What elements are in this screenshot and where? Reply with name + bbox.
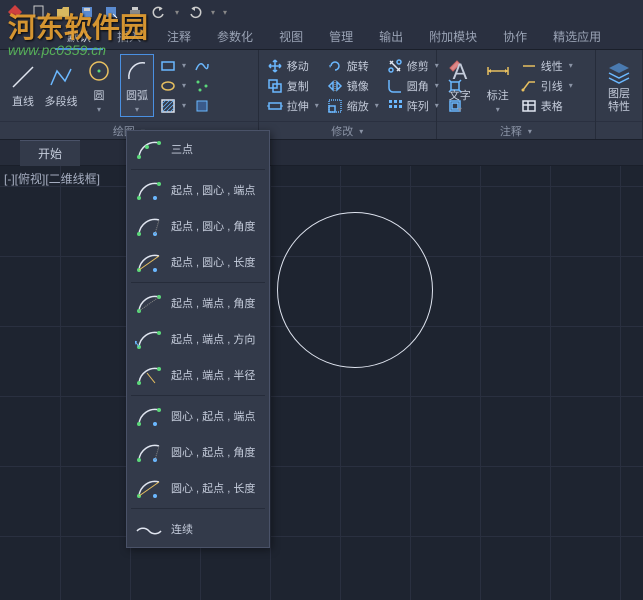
arc-start-center-angle[interactable]: 起点 , 圆心 , 角度	[127, 208, 269, 244]
tab-collaborate[interactable]: 协作	[491, 24, 539, 49]
panel-modify: 移动 复制 拉伸▾ 旋转 镜像 缩放▾ 修剪▾ 圆角▾ 阵列▾ 修改	[259, 50, 437, 139]
undo-dropdown-icon[interactable]: ▾	[172, 2, 182, 22]
arc-button[interactable]: 圆弧 ▾	[120, 54, 154, 117]
leader-button[interactable]: 引线▾	[519, 77, 575, 95]
new-icon[interactable]	[28, 2, 50, 22]
panel-annotation: A 文字 ▾ 标注 ▾ 线性▾ 引线▾ 表格 注释	[437, 50, 596, 139]
polyline-label: 多段线	[45, 93, 78, 109]
hatch-button[interactable]: ▾	[158, 97, 188, 115]
linear-button[interactable]: 线性▾	[519, 57, 575, 75]
arc-3points[interactable]: 三点	[127, 131, 269, 167]
arc-label: 圆弧	[126, 87, 148, 103]
view-label[interactable]: [-][俯视][二维线框]	[4, 170, 100, 187]
point-button[interactable]	[192, 77, 212, 95]
stretch-button[interactable]: 拉伸▾	[265, 97, 321, 115]
dimension-button[interactable]: 标注 ▾	[481, 57, 515, 114]
tab-featured[interactable]: 精选应用	[541, 24, 613, 49]
save-icon[interactable]	[76, 2, 98, 22]
arc-center-start-angle[interactable]: 圆心 , 起点 , 角度	[127, 434, 269, 470]
rotate-button[interactable]: 旋转	[325, 57, 381, 75]
circle-button[interactable]: 圆 ▾	[82, 57, 116, 114]
mirror-button[interactable]: 镜像	[325, 77, 381, 95]
saveas-icon[interactable]	[100, 2, 122, 22]
panel-layers: 图层 特性	[596, 50, 643, 139]
spline-button[interactable]	[192, 57, 212, 75]
open-icon[interactable]	[52, 2, 74, 22]
qat-customize-icon[interactable]: ▾	[220, 2, 230, 22]
drawing-area[interactable]: [-][俯视][二维线框]	[0, 166, 643, 600]
copy-button[interactable]: 复制	[265, 77, 321, 95]
layer-properties-button[interactable]: 图层 特性	[602, 58, 636, 112]
tab-view[interactable]: 视图	[267, 24, 315, 49]
table-button[interactable]: 表格	[519, 97, 575, 115]
tab-parametric[interactable]: 参数化	[205, 24, 265, 49]
line-button[interactable]: 直线	[6, 63, 40, 109]
line-label: 直线	[12, 93, 34, 109]
fillet-button[interactable]: 圆角▾	[385, 77, 441, 95]
ellipse-button[interactable]: ▾	[158, 77, 188, 95]
arc-start-end-radius[interactable]: 起点 , 端点 , 半径	[127, 357, 269, 393]
tab-manage[interactable]: 管理	[317, 24, 365, 49]
plot-icon[interactable]	[124, 2, 146, 22]
undo-icon[interactable]	[148, 2, 170, 22]
document-tabs: 开始 +	[0, 140, 643, 166]
arc-start-center-length[interactable]: 起点 , 圆心 , 长度	[127, 244, 269, 280]
tab-addins[interactable]: 附加模块	[417, 24, 489, 49]
circle-label: 圆	[94, 87, 105, 103]
text-label: 文字	[449, 87, 471, 103]
tab-default[interactable]: 默认	[55, 24, 103, 49]
scale-button[interactable]: 缩放▾	[325, 97, 381, 115]
ribbon-tabs: 默认 插入 注释 参数化 视图 管理 输出 附加模块 协作 精选应用	[0, 24, 643, 50]
app-menu-icon[interactable]	[4, 2, 26, 22]
polyline-button[interactable]: 多段线	[44, 63, 78, 109]
arc-continue[interactable]: 连续	[127, 511, 269, 547]
arc-start-end-direction[interactable]: 起点 , 端点 , 方向	[127, 321, 269, 357]
arc-start-center-end[interactable]: 起点 , 圆心 , 端点	[127, 172, 269, 208]
arc-center-start-end[interactable]: 圆心 , 起点 , 端点	[127, 398, 269, 434]
arc-start-end-angle[interactable]: 起点 , 端点 , 角度	[127, 285, 269, 321]
region-button[interactable]	[192, 97, 212, 115]
drawn-circle[interactable]	[277, 212, 433, 368]
arc-center-start-length[interactable]: 圆心 , 起点 , 长度	[127, 470, 269, 506]
quick-access-toolbar: ▾ ▾ ▾	[0, 0, 643, 24]
svg-text:A: A	[452, 59, 467, 84]
arc-dropdown-menu: 三点 起点 , 圆心 , 端点 起点 , 圆心 , 角度 起点 , 圆心 , 长…	[126, 130, 270, 548]
redo-icon[interactable]	[184, 2, 206, 22]
text-button[interactable]: A 文字 ▾	[443, 57, 477, 114]
panel-annotation-label: 注释	[500, 123, 522, 139]
tab-output[interactable]: 输出	[367, 24, 415, 49]
move-button[interactable]: 移动	[265, 57, 321, 75]
doc-tab-start[interactable]: 开始	[20, 140, 80, 166]
redo-dropdown-icon[interactable]: ▾	[208, 2, 218, 22]
layer-props-label: 图层 特性	[608, 88, 630, 112]
panel-modify-label: 修改	[331, 123, 353, 139]
ribbon: 直线 多段线 圆 ▾ 圆弧 ▾ ▾ ▾ ▾	[0, 50, 643, 140]
rectangle-button[interactable]: ▾	[158, 57, 188, 75]
tab-insert[interactable]: 插入	[105, 24, 153, 49]
trim-button[interactable]: 修剪▾	[385, 57, 441, 75]
tab-annotate[interactable]: 注释	[155, 24, 203, 49]
array-button[interactable]: 阵列▾	[385, 97, 441, 115]
panel-draw: 直线 多段线 圆 ▾ 圆弧 ▾ ▾ ▾ ▾	[0, 50, 259, 139]
dim-label: 标注	[487, 87, 509, 103]
